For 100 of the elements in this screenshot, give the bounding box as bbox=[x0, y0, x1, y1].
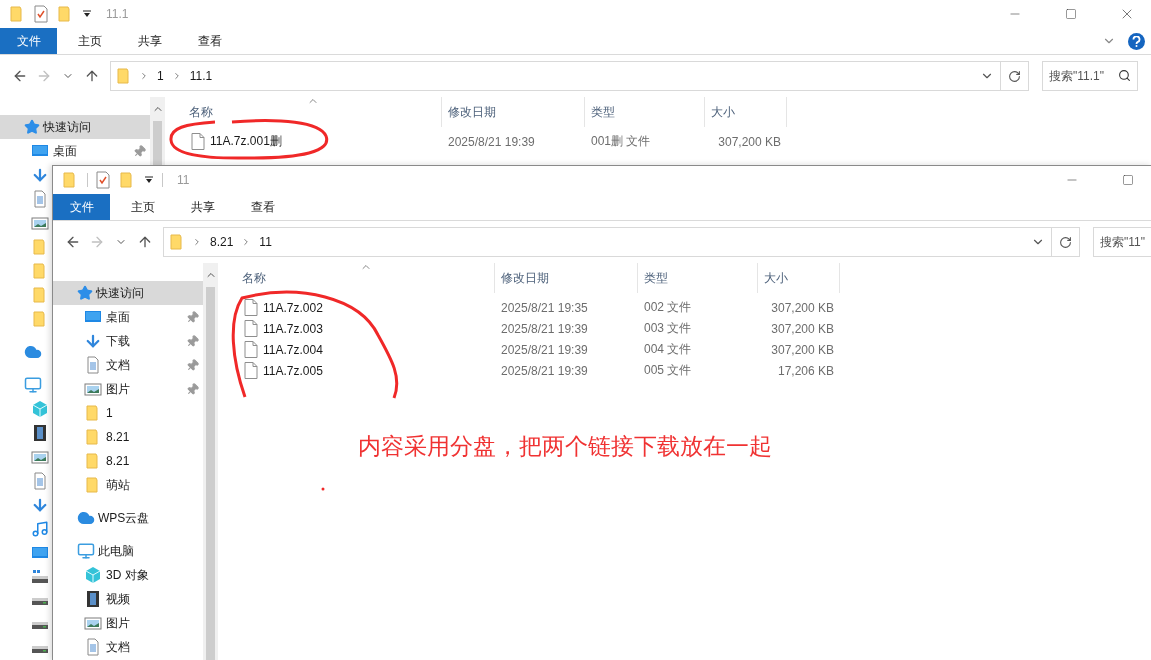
table-cell-text: 002 文件 bbox=[643, 299, 693, 316]
column-header[interactable]: 名称 bbox=[165, 97, 442, 127]
film-icon bbox=[31, 424, 49, 442]
table-cell-text: 307,200 KB bbox=[770, 300, 835, 315]
picture-icon bbox=[84, 380, 102, 398]
annotation-text: 内容采用分盘，把两个链接下载放在一起 bbox=[358, 432, 772, 461]
network-drive-icon bbox=[31, 568, 49, 586]
sidebar-item[interactable]: 桌面 bbox=[0, 139, 150, 163]
sidebar-item[interactable]: 视频 bbox=[53, 587, 203, 611]
address-bar[interactable]: 8.21 11 bbox=[163, 227, 1052, 257]
film-icon bbox=[84, 590, 102, 608]
column-header[interactable]: 大小 bbox=[705, 97, 787, 127]
file-name[interactable]: 11A.7z.002 bbox=[218, 299, 495, 316]
sidebar-item[interactable]: 图片 bbox=[53, 611, 203, 635]
table-cell-text: 2025/8/21 19:39 bbox=[447, 134, 536, 149]
search-icon bbox=[1118, 69, 1131, 82]
dropdown-icon[interactable] bbox=[82, 9, 92, 19]
column-header[interactable]: 类型 bbox=[638, 263, 758, 293]
ribbon-tab[interactable]: 共享 bbox=[123, 28, 177, 54]
cloud-icon bbox=[77, 509, 95, 527]
table-cell-text: 307,200 KB bbox=[717, 134, 782, 149]
breadcrumb-separator-icon bbox=[139, 71, 149, 81]
file-icon bbox=[244, 320, 258, 337]
window-title: 11.1 bbox=[106, 7, 130, 21]
help-icon[interactable] bbox=[1128, 32, 1145, 50]
file-name[interactable]: 11A.7z.001删 bbox=[165, 133, 442, 150]
arrow-right-icon bbox=[36, 68, 52, 84]
breadcrumb[interactable]: 11 bbox=[257, 235, 274, 249]
file-icon bbox=[191, 133, 205, 150]
drive-icon bbox=[31, 621, 49, 629]
document-icon bbox=[84, 638, 102, 656]
picture-icon bbox=[31, 214, 49, 232]
ribbon-tab[interactable]: 主页 bbox=[63, 28, 117, 54]
cloud-icon bbox=[24, 343, 42, 361]
window-title: 11 bbox=[177, 173, 191, 187]
computer-icon bbox=[77, 542, 95, 560]
sidebar-item[interactable]: WPS云盘 bbox=[53, 506, 203, 530]
ribbon-tab[interactable]: 查看 bbox=[236, 194, 290, 220]
file-name[interactable]: 11A.7z.005 bbox=[218, 362, 495, 379]
properties-icon[interactable] bbox=[34, 5, 48, 23]
table-cell-text: 17,206 KB bbox=[776, 363, 835, 378]
table-cell-text: 004 文件 bbox=[643, 341, 693, 358]
column-header[interactable]: 类型 bbox=[585, 97, 705, 127]
maximize-icon bbox=[1122, 174, 1134, 186]
document-icon bbox=[31, 472, 49, 490]
table-cell-text: 307,200 KB bbox=[770, 342, 835, 357]
table-cell-text: 2025/8/21 19:39 bbox=[500, 321, 589, 336]
refresh-icon bbox=[1059, 235, 1072, 249]
breadcrumb[interactable]: 8.21 bbox=[208, 235, 236, 249]
sidebar-item[interactable]: 文档 bbox=[53, 353, 203, 377]
download-icon bbox=[31, 496, 49, 514]
file-name[interactable]: 11A.7z.004 bbox=[218, 341, 495, 358]
properties-icon[interactable] bbox=[96, 171, 110, 189]
ribbon-tab[interactable]: 文件 bbox=[53, 194, 110, 220]
picture-icon bbox=[31, 448, 49, 466]
table-cell-text: 2025/8/21 19:35 bbox=[500, 300, 589, 315]
computer-icon bbox=[24, 376, 42, 394]
address-bar[interactable]: 1 11.1 bbox=[110, 61, 1001, 91]
file-name[interactable]: 11A.7z.003 bbox=[218, 320, 495, 337]
breadcrumb[interactable]: 1 bbox=[155, 69, 166, 83]
sidebar-item[interactable]: 8.21 bbox=[53, 425, 203, 449]
sidebar-item[interactable]: 3D 对象 bbox=[53, 563, 203, 587]
sidebar-item[interactable]: 文档 bbox=[53, 635, 203, 659]
arrow-left-icon bbox=[65, 234, 81, 250]
sidebar-item[interactable]: 8.21 bbox=[53, 449, 203, 473]
sidebar-item[interactable]: 此电脑 bbox=[53, 539, 203, 563]
column-header[interactable]: 大小 bbox=[758, 263, 840, 293]
music-note-icon bbox=[31, 520, 49, 538]
download-icon bbox=[84, 332, 102, 350]
document-icon bbox=[31, 190, 49, 208]
sidebar-item[interactable]: 萌站 bbox=[53, 473, 203, 497]
scrollbar[interactable] bbox=[203, 263, 218, 660]
column-header[interactable]: 修改日期 bbox=[495, 263, 638, 293]
search-field[interactable]: 搜索"11" bbox=[1093, 227, 1151, 257]
scrollbar-thumb[interactable] bbox=[206, 287, 215, 660]
file-icon bbox=[244, 362, 258, 379]
column-header[interactable]: 名称 bbox=[218, 263, 495, 293]
refresh-button[interactable] bbox=[1001, 61, 1029, 91]
table-cell-text: 005 文件 bbox=[643, 362, 693, 379]
drive-icon bbox=[31, 597, 49, 605]
ribbon-tab[interactable]: 主页 bbox=[116, 194, 170, 220]
column-header[interactable]: 修改日期 bbox=[442, 97, 585, 127]
ribbon-tab[interactable]: 文件 bbox=[0, 28, 57, 54]
sidebar-item[interactable]: 快速访问 bbox=[0, 115, 150, 139]
refresh-button[interactable] bbox=[1052, 227, 1080, 257]
cube-icon bbox=[84, 566, 102, 584]
picture-icon bbox=[84, 614, 102, 632]
table-cell-text: 2025/8/21 19:39 bbox=[500, 363, 589, 378]
ribbon-tab[interactable]: 查看 bbox=[183, 28, 237, 54]
star-icon bbox=[77, 285, 93, 301]
sidebar-item[interactable]: 1 bbox=[53, 401, 203, 425]
sidebar-item[interactable]: 下载 bbox=[53, 329, 203, 353]
ribbon-tab[interactable]: 共享 bbox=[176, 194, 230, 220]
sidebar-item[interactable]: 快速访问 bbox=[53, 281, 203, 305]
sidebar-item[interactable]: 桌面 bbox=[53, 305, 203, 329]
breadcrumb[interactable]: 11.1 bbox=[187, 69, 215, 83]
sidebar-item[interactable]: 图片 bbox=[53, 377, 203, 401]
search-field[interactable]: 搜索"11.1" bbox=[1042, 61, 1138, 91]
annotation-dot bbox=[321, 487, 325, 491]
dropdown-icon[interactable] bbox=[144, 175, 154, 185]
